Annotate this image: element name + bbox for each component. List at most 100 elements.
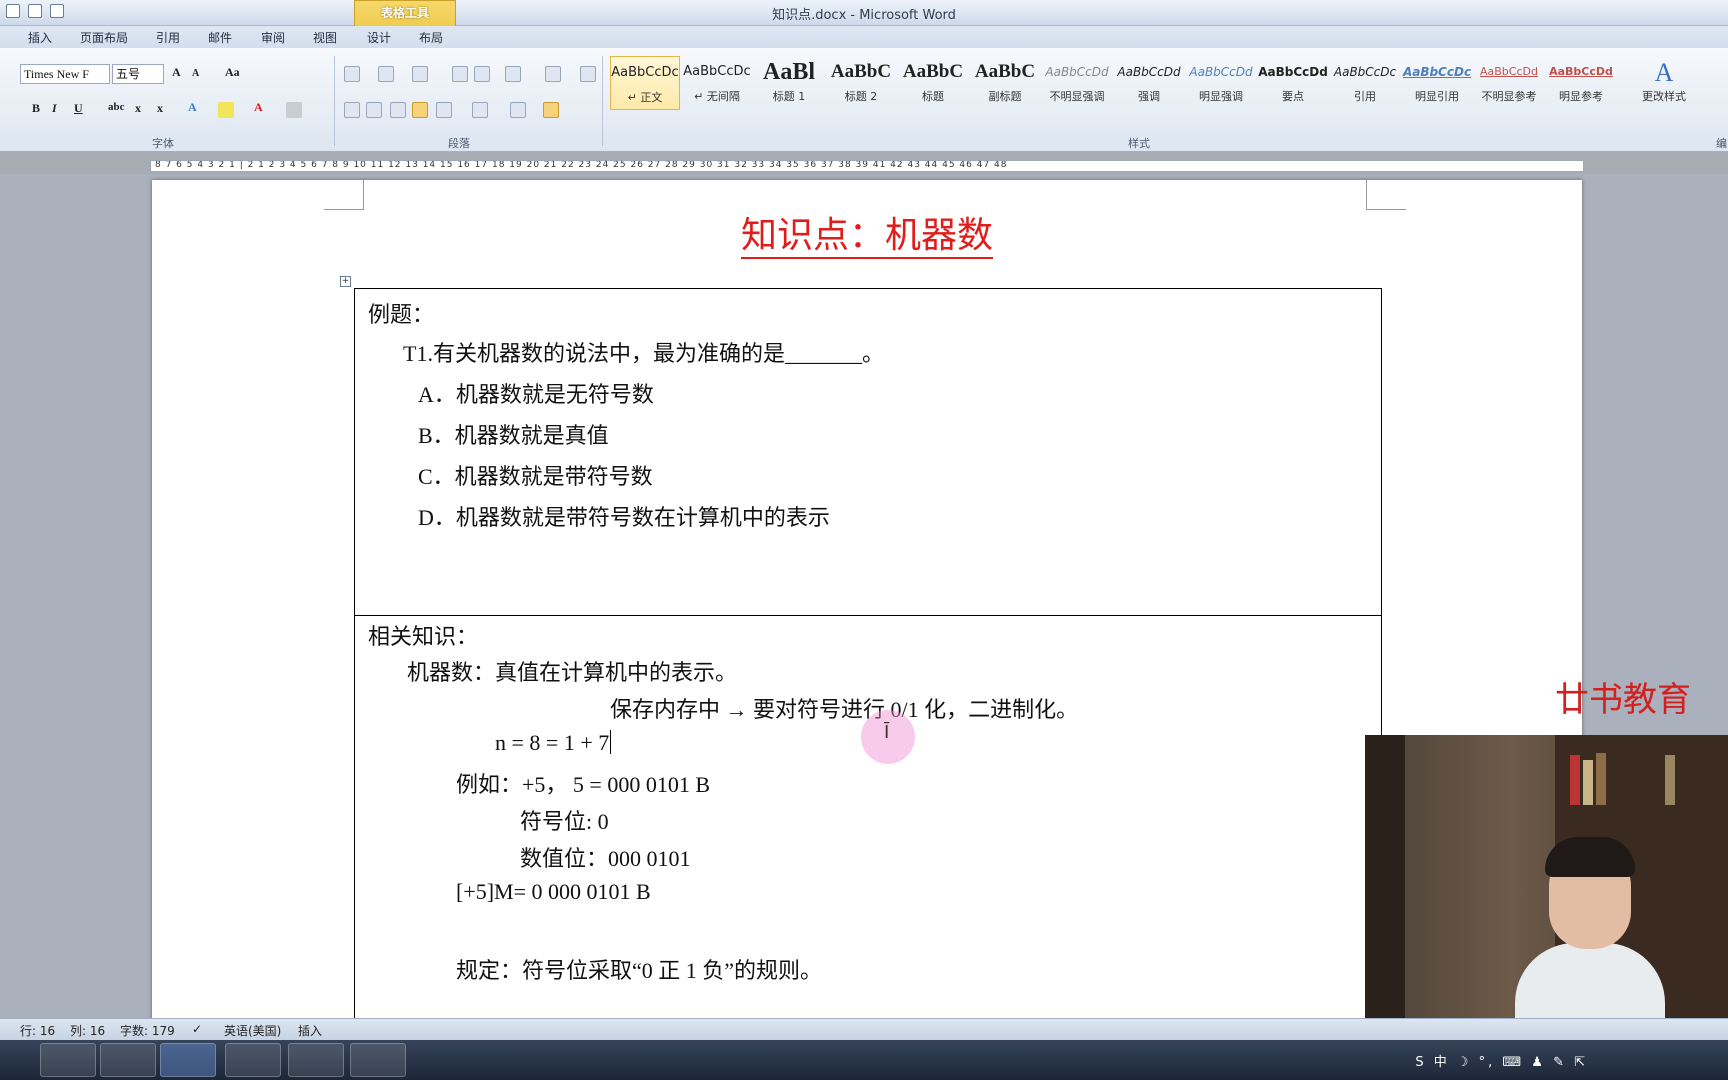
- knowledge-line: 机器数：真值在计算机中的表示。: [407, 660, 738, 685]
- style-intense-reference[interactable]: AaBbCcDd 明显参考: [1546, 56, 1616, 110]
- word-icon[interactable]: [160, 1043, 216, 1077]
- style-name: 引用: [1354, 90, 1376, 103]
- text-effect-button[interactable]: A: [188, 100, 197, 115]
- change-case-button[interactable]: Aa: [225, 65, 240, 80]
- style-preview: AaBbCcDd: [1045, 65, 1109, 79]
- align-left-icon[interactable]: [344, 102, 360, 118]
- style-subtle-emphasis[interactable]: AaBbCcDd 不明显强调: [1042, 56, 1112, 110]
- book: [1665, 755, 1675, 805]
- status-word-count[interactable]: 字数: 179: [120, 1022, 175, 1039]
- remote-desktop-icon[interactable]: [288, 1043, 344, 1077]
- highlight-icon[interactable]: [218, 102, 234, 118]
- horizontal-ruler[interactable]: 8 7 6 5 4 3 2 1 | 2 1 2 3 4 5 6 7 8 9 10…: [150, 160, 1584, 172]
- sort-icon[interactable]: [545, 66, 561, 82]
- multilevel-list-icon[interactable]: [412, 66, 428, 82]
- knowledge-label: 相关知识：: [368, 624, 479, 649]
- style-subtitle[interactable]: AaBbC 副标题: [970, 56, 1040, 110]
- superscript-button[interactable]: x: [157, 101, 163, 116]
- style-preview: AaBbCcDc: [683, 64, 751, 79]
- tab-insert[interactable]: 插入: [28, 29, 52, 46]
- shading-icon[interactable]: [510, 102, 526, 118]
- system-tray[interactable]: S 中 ☽ °, ⌨ ♟ ✎ ⇱: [1415, 1051, 1588, 1070]
- knowledge-line: 数值位：000 0101: [520, 846, 691, 871]
- knowledge-line: 保存内存中 → 要对符号进行 0/1 化，二进制化。: [610, 697, 1079, 722]
- style-intense-emphasis[interactable]: AaBbCcDd 明显强调: [1186, 56, 1256, 110]
- tab-design[interactable]: 设计: [367, 29, 391, 46]
- align-center-icon[interactable]: [366, 102, 382, 118]
- font-color-button[interactable]: A: [254, 100, 263, 115]
- style-preview: AaBbC: [830, 61, 892, 82]
- distribute-icon[interactable]: [436, 102, 452, 118]
- style-subtle-reference[interactable]: AaBbCcDd 不明显参考: [1474, 56, 1544, 110]
- status-insert-mode[interactable]: 插入: [298, 1022, 322, 1039]
- style-heading-2[interactable]: AaBbC 标题 2: [826, 56, 896, 110]
- styles-group-label: 样式: [1128, 137, 1150, 150]
- style-name: 不明显强调: [1049, 90, 1105, 103]
- ribbon-tabs: 插入 页面布局 引用 邮件 审阅 视图 设计 布局: [0, 26, 1728, 48]
- style-name: ↵ 正文: [627, 91, 663, 104]
- style-name: ↵ 无间隔: [694, 90, 740, 103]
- line-spacing-icon[interactable]: [472, 102, 488, 118]
- chinese-layout-icon[interactable]: [505, 66, 521, 82]
- tab-mailings[interactable]: 邮件: [208, 29, 232, 46]
- justify-icon[interactable]: [412, 102, 428, 118]
- status-column: 列: 16: [70, 1024, 106, 1038]
- tab-references[interactable]: 引用: [156, 29, 180, 46]
- proofing-icon[interactable]: ✓: [192, 1022, 202, 1036]
- style-preview: AaBbCcDc: [1333, 65, 1397, 79]
- borders-icon[interactable]: [543, 102, 559, 118]
- style-quote[interactable]: AaBbCcDc 引用: [1330, 56, 1400, 110]
- bold-button[interactable]: B: [32, 101, 40, 116]
- ibeam-cursor-icon: Ī: [884, 722, 890, 743]
- bullets-icon[interactable]: [344, 66, 360, 82]
- question-text: T1.有关机器数的说法中，最为准确的是_______。: [403, 341, 884, 366]
- knowledge-line: 例如：+5， 5 = 000 0101 B: [456, 772, 710, 797]
- knowledge-line: [+5]M= 0 000 0101 B: [456, 879, 651, 904]
- style-emphasis[interactable]: AaBbCcDd 强调: [1114, 56, 1184, 110]
- education-app-icon[interactable]: [350, 1043, 406, 1077]
- presenter-hair: [1545, 837, 1635, 877]
- table-row-divider: [355, 615, 1381, 616]
- increase-indent-icon[interactable]: [474, 66, 490, 82]
- option-d: D．机器数就是带符号数在计算机中的表示: [418, 505, 830, 530]
- explorer-icon[interactable]: [100, 1043, 156, 1077]
- chrome-icon[interactable]: [225, 1043, 281, 1077]
- style-strong[interactable]: AaBbCcDd 要点: [1258, 56, 1328, 110]
- font-group-label: 字体: [152, 137, 174, 150]
- grow-font-button[interactable]: A: [172, 65, 181, 80]
- align-right-icon[interactable]: [390, 102, 406, 118]
- change-styles-button[interactable]: A 更改样式: [1634, 58, 1694, 104]
- font-size-box[interactable]: 五号: [112, 64, 164, 84]
- show-marks-icon[interactable]: [580, 66, 596, 82]
- style-name: 明显强调: [1199, 90, 1243, 103]
- font-name-box[interactable]: Times New F: [20, 64, 110, 84]
- page-title: 知识点：机器数: [152, 206, 1582, 259]
- italic-button[interactable]: I: [52, 101, 57, 116]
- tab-page-layout[interactable]: 页面布局: [80, 29, 128, 46]
- style-name: 强调: [1138, 90, 1160, 103]
- style-no-spacing[interactable]: AaBbCcDc ↵ 无间隔: [682, 56, 752, 110]
- numbering-icon[interactable]: [378, 66, 394, 82]
- group-separator: [602, 56, 603, 146]
- subscript-button[interactable]: x: [135, 101, 141, 116]
- style-title[interactable]: AaBbC 标题: [898, 56, 968, 110]
- char-shading-icon[interactable]: [286, 102, 302, 118]
- table-move-handle[interactable]: +: [340, 276, 351, 287]
- decrease-indent-icon[interactable]: [452, 66, 468, 82]
- status-language[interactable]: 英语(美国): [224, 1022, 281, 1039]
- style-intense-quote[interactable]: AaBbCcDc 明显引用: [1402, 56, 1472, 110]
- tab-layout[interactable]: 布局: [419, 29, 443, 46]
- style-preview: AaBbC: [974, 61, 1036, 82]
- style-preview: AaBbCcDd: [1117, 65, 1181, 79]
- content-table[interactable]: 例题： T1.有关机器数的说法中，最为准确的是_______。 A．机器数就是无…: [354, 288, 1382, 1028]
- paragraph-group-label: 段落: [448, 137, 470, 150]
- style-normal[interactable]: AaBbCcDc ↵ 正文: [610, 56, 680, 110]
- tab-review[interactable]: 审阅: [261, 29, 285, 46]
- style-heading-1[interactable]: AaBl 标题 1: [754, 56, 824, 110]
- shrink-font-button[interactable]: A: [192, 68, 199, 79]
- underline-button[interactable]: U: [74, 101, 83, 116]
- ie-icon[interactable]: [40, 1043, 96, 1077]
- tab-view[interactable]: 视图: [313, 29, 337, 46]
- knowledge-line: 符号位: 0: [520, 809, 609, 834]
- strikethrough-button[interactable]: abc: [108, 101, 125, 113]
